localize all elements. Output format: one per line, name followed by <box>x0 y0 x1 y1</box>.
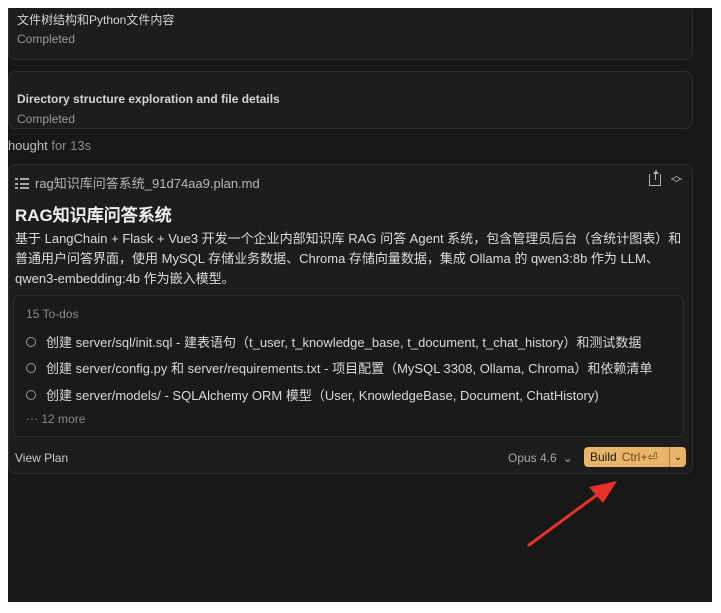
todo-checkbox-icon[interactable] <box>26 389 36 400</box>
chevron-down-icon: ⌄ <box>562 451 573 465</box>
thought-indicator[interactable]: Thought for 13s <box>8 138 91 153</box>
todo-count: 15 To-dos <box>26 307 79 321</box>
export-icon[interactable] <box>649 170 661 186</box>
task-title: Directory structure exploration and file… <box>17 92 280 106</box>
model-selector[interactable]: Opus 4.6 ⌄ <box>508 451 573 465</box>
todo-text: 创建 server/models/ - SQLAlchemy ORM 模型（Us… <box>46 388 599 403</box>
plan-file-header[interactable]: rag知识库问答系统_91d74aa9.plan.md <box>15 173 260 192</box>
agent-panel: 文件树结构和Python文件内容 Completed Directory str… <box>8 8 712 602</box>
thought-duration: for 13s <box>51 138 92 153</box>
plan-title: RAG知识库问答系统 <box>15 206 172 225</box>
todo-item[interactable]: 创建 server/models/ - SQLAlchemy ORM 模型（Us… <box>26 385 599 404</box>
plan-card: rag知识库问答系统_91d74aa9.plan.md ︿ ﹀ RAG知识库问答系… <box>8 164 693 474</box>
plan-description: 基于 LangChain + Flask + Vue3 开发一个企业内部知识库 … <box>15 231 682 286</box>
more-todos-link[interactable]: ⋯ 12 more <box>26 412 85 426</box>
expand-collapse-icon[interactable]: ︿ ﹀ <box>671 171 682 190</box>
plan-header-actions: ︿ ﹀ <box>649 170 682 190</box>
build-label: Build <box>590 450 617 464</box>
task-card[interactable]: 文件树结构和Python文件内容 Completed <box>8 8 693 60</box>
thought-label: Thought <box>8 138 48 153</box>
model-name: Opus 4.6 <box>508 451 557 465</box>
checklist-icon <box>15 177 29 189</box>
todo-list: 15 To-dos 创建 server/sql/init.sql - 建表语句（… <box>13 295 684 437</box>
task-status: Completed <box>17 32 76 46</box>
annotation-arrow-icon <box>527 481 617 547</box>
todo-text: 创建 server/config.py 和 server/requirement… <box>46 361 653 376</box>
view-plan-link[interactable]: View Plan <box>15 451 68 465</box>
task-card[interactable]: Directory structure exploration and file… <box>8 71 693 129</box>
build-dropdown-chevron-icon[interactable]: ⌄ <box>669 447 686 467</box>
plan-filename: rag知识库问答系统_91d74aa9.plan.md <box>35 176 260 191</box>
todo-text: 创建 server/sql/init.sql - 建表语句（t_user, t_… <box>46 335 642 350</box>
todo-checkbox-icon[interactable] <box>26 362 36 373</box>
todo-checkbox-icon[interactable] <box>26 336 36 347</box>
build-button[interactable]: Build Ctrl+⏎ ⌄ <box>584 447 686 467</box>
more-count: 12 more <box>41 412 86 426</box>
build-shortcut: Ctrl+⏎ <box>621 450 658 464</box>
task-status: Completed <box>17 112 76 126</box>
task-title: 文件树结构和Python文件内容 <box>17 13 175 27</box>
todo-item[interactable]: 创建 server/sql/init.sql - 建表语句（t_user, t_… <box>26 332 641 351</box>
todo-item[interactable]: 创建 server/config.py 和 server/requirement… <box>26 358 652 377</box>
ellipsis-icon: ⋯ <box>26 412 38 426</box>
